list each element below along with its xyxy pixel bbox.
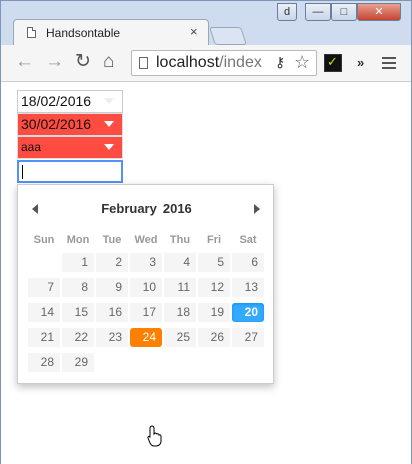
calendar-day-1[interactable]: 1	[62, 253, 94, 272]
url-path: /index	[219, 54, 262, 71]
calendar-day-24[interactable]: 24	[130, 328, 162, 347]
calendar-month: February	[101, 201, 157, 216]
calendar-day-9[interactable]: 9	[96, 278, 128, 297]
url-host: localhost	[156, 54, 220, 71]
calendar-day-5[interactable]: 5	[198, 253, 230, 272]
calendar-day-29[interactable]: 29	[62, 353, 94, 372]
profile-button[interactable]: d	[277, 3, 297, 21]
calendar-day-28[interactable]: 28	[28, 353, 60, 372]
next-month-icon[interactable]	[254, 204, 260, 214]
calendar-day-8[interactable]: 8	[62, 278, 94, 297]
extension-icon[interactable]	[324, 54, 342, 72]
dropdown-arrow-icon[interactable]	[104, 121, 114, 127]
calendar-day-12[interactable]: 12	[198, 278, 230, 297]
url-text: localhost/index	[156, 54, 262, 72]
calendar-day-16[interactable]: 16	[96, 303, 128, 322]
calendar-year: 2016	[162, 201, 192, 216]
back-icon[interactable]: ←	[15, 52, 34, 72]
home-icon[interactable]: ⌂	[103, 52, 114, 72]
calendar-day-15[interactable]: 15	[62, 303, 94, 322]
date-picker: February 2016 Sun Mon Tue Wed Thu Fri Sat 1 2 3 4 5 6…	[17, 184, 274, 384]
calendar-day-22[interactable]: 22	[62, 328, 94, 347]
minimize-button[interactable]: —	[305, 3, 331, 21]
cell-value: 18/02/2016	[21, 93, 92, 109]
tab-title: Handsontable	[46, 26, 121, 40]
calendar-day-18[interactable]: 18	[164, 303, 196, 322]
calendar-day-17[interactable]: 17	[130, 303, 162, 322]
date-cell-2[interactable]: 30/02/2016	[17, 113, 123, 136]
cell-value: aaa	[21, 140, 42, 154]
hand-cursor-icon	[147, 425, 162, 447]
weekday-thu: Thu	[169, 234, 191, 246]
calendar-title: February 2016	[18, 201, 275, 216]
weekday-tue: Tue	[102, 234, 122, 246]
weekday-wed: Wed	[134, 234, 158, 246]
close-button[interactable]: ✕	[357, 3, 401, 21]
browser-window: Handsontable × d — □ ✕ ← → ↻ ⌂ localhost…	[0, 0, 412, 464]
calendar-day-7[interactable]: 7	[28, 278, 60, 297]
calendar-day-26[interactable]: 26	[198, 328, 230, 347]
weekday-fri: Fri	[206, 234, 222, 246]
calendar-day-6[interactable]: 6	[232, 253, 264, 272]
title-bar: Handsontable × d — □ ✕	[1, 1, 411, 45]
cell-value: 30/02/2016	[21, 116, 92, 132]
date-cell-1[interactable]: 18/02/2016	[17, 90, 123, 113]
calendar-day-20[interactable]: 20	[232, 303, 264, 322]
calendar-day-25[interactable]: 25	[164, 328, 196, 347]
calendar-day-21[interactable]: 21	[28, 328, 60, 347]
calendar-day-23[interactable]: 23	[96, 328, 128, 347]
date-cell-3[interactable]: aaa	[17, 136, 123, 159]
text-caret	[22, 165, 23, 179]
calendar-day-19[interactable]: 19	[198, 303, 230, 322]
calendar-day-13[interactable]: 13	[232, 278, 264, 297]
new-tab-button[interactable]	[209, 27, 247, 45]
date-editor-input[interactable]	[17, 160, 123, 183]
address-bar[interactable]: localhost/index ⚷ ☆	[131, 50, 317, 76]
page-icon	[27, 27, 36, 38]
calendar-day-10[interactable]: 10	[130, 278, 162, 297]
dropdown-arrow-icon[interactable]	[104, 98, 114, 104]
star-icon[interactable]: ☆	[294, 52, 310, 73]
calendar-day-4[interactable]: 4	[164, 253, 196, 272]
tab-handsontable[interactable]: Handsontable ×	[13, 19, 209, 45]
calendar-day-2[interactable]: 2	[96, 253, 128, 272]
menu-icon[interactable]	[382, 57, 396, 69]
weekday-sun: Sun	[33, 234, 55, 246]
browser-toolbar: ← → ↻ ⌂ localhost/index ⚷ ☆ »	[1, 45, 411, 82]
calendar-day-11[interactable]: 11	[164, 278, 196, 297]
weekday-sat: Sat	[239, 234, 257, 246]
page-content: 18/02/2016 30/02/2016 aaa February 2016 S…	[1, 82, 411, 464]
calendar-day-14[interactable]: 14	[28, 303, 60, 322]
reload-icon[interactable]: ↻	[75, 52, 91, 72]
calendar-day-27[interactable]: 27	[232, 328, 264, 347]
dropdown-arrow-icon[interactable]	[104, 144, 114, 150]
calendar-day-3[interactable]: 3	[130, 253, 162, 272]
extensions-overflow-icon[interactable]: »	[357, 55, 364, 70]
maximize-button[interactable]: □	[331, 3, 357, 21]
page-icon	[139, 57, 148, 69]
key-icon[interactable]: ⚷	[275, 54, 285, 71]
forward-icon[interactable]: →	[45, 52, 64, 72]
weekday-mon: Mon	[66, 234, 90, 246]
tab-close-icon[interactable]: ×	[190, 24, 198, 39]
